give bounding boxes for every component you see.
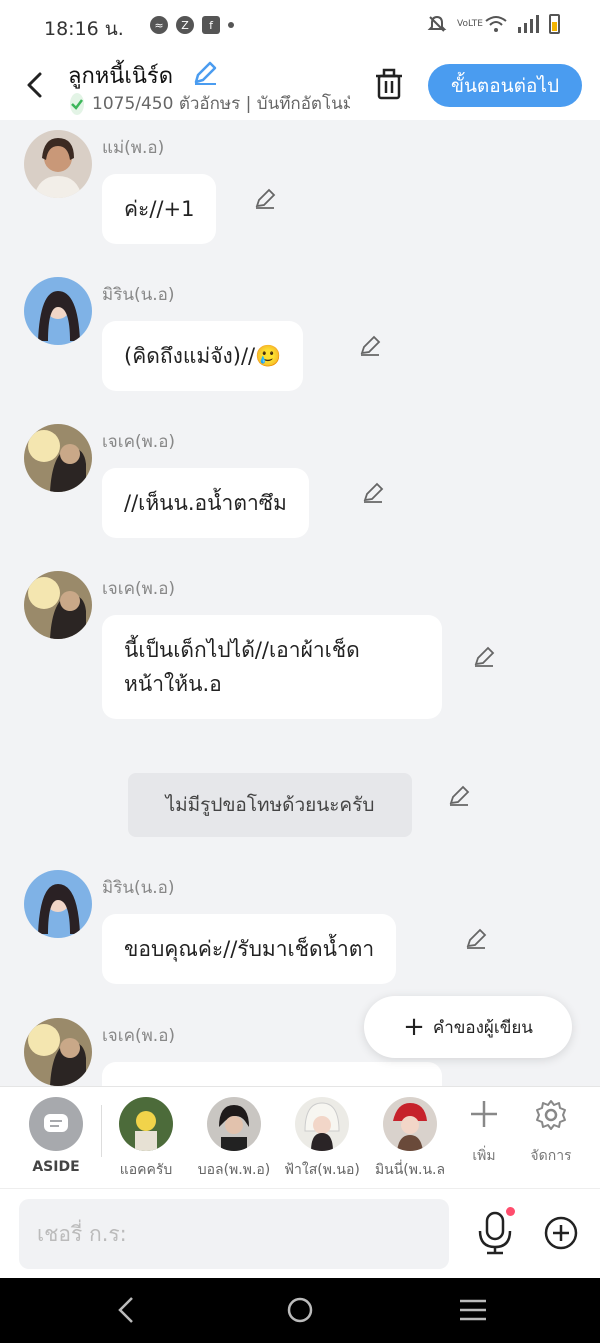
signal-icon	[518, 15, 539, 33]
nav-home-icon[interactable]	[286, 1296, 314, 1324]
edit-message-icon[interactable]	[465, 928, 487, 950]
messenger-icon: ≈	[150, 16, 168, 34]
avatar	[119, 1097, 173, 1151]
status-bar: 18:16 น. ≈ Z f VoLTE	[0, 0, 600, 50]
character-counter: 1075/450 ตัวอักษร | บันทึกอัตโนมัติ	[70, 90, 350, 117]
avatar[interactable]	[24, 870, 92, 938]
editor-header: ลูกหนี้เนิร์ด 1075/450 ตัวอักษร | บันทึก…	[0, 50, 600, 120]
narration-bubble[interactable]: ไม่มีรูปขอโทษด้วยนะครับ	[128, 773, 412, 837]
character-bar: ASIDE แอคครับ บอล(พ.พ.อ) ฟ้าใส(พ.นอ) มิน…	[0, 1086, 600, 1188]
dot-icon	[228, 22, 234, 28]
character-label: แอคครับ	[119, 1162, 173, 1178]
plus-icon: +	[403, 1012, 425, 1042]
edit-title-icon[interactable]	[192, 60, 218, 86]
character-item[interactable]: ฟ้าใส(พ.นอ)	[277, 1097, 367, 1181]
author-note-label: คำของผู้เขียน	[432, 1017, 533, 1038]
mute-icon	[427, 15, 447, 32]
avatar[interactable]	[24, 130, 92, 198]
chat-area[interactable]: แม่(พ.อ) ค่ะ//+1 มิริน(น.อ) (คิดถึงแม่จั…	[0, 120, 600, 1086]
sender-name: เจเค(พ.อ)	[102, 432, 176, 452]
gear-icon	[536, 1100, 566, 1130]
message-line: หน้าให้น.อ	[124, 672, 222, 696]
avatar[interactable]	[24, 424, 92, 492]
system-icons: VoLTE	[427, 14, 560, 34]
character-item[interactable]: บอล(พ.พ.อ)	[189, 1097, 279, 1181]
battery-icon	[549, 14, 560, 34]
notification-icons: ≈ Z f	[150, 16, 234, 34]
back-arrow-icon[interactable]	[22, 70, 48, 100]
avatar[interactable]	[24, 277, 92, 345]
nav-recents-icon[interactable]	[458, 1296, 488, 1324]
message-line: นี้เป็นเด็กไปได้//เอาผ้าเช็ด	[124, 638, 360, 662]
notification-dot	[506, 1207, 515, 1216]
message-bubble[interactable]: ขอบคุณค่ะ//รับมาเช็ดน้ำตา	[102, 914, 397, 984]
character-label: บอล(พ.พ.อ)	[197, 1162, 271, 1178]
avatar[interactable]	[24, 571, 92, 639]
add-character-button[interactable]: เพิ่ม	[454, 1099, 514, 1167]
volte-icon: VoLTE	[457, 18, 483, 29]
add-label: เพิ่ม	[472, 1148, 496, 1164]
input-bar	[0, 1188, 600, 1278]
avatar	[295, 1097, 349, 1151]
system-navbar	[0, 1278, 600, 1343]
character-label: ฟ้าใส(พ.นอ)	[284, 1162, 360, 1178]
avatar[interactable]	[24, 1018, 92, 1086]
aside-icon	[29, 1097, 83, 1151]
message-bubble[interactable]: นี้เป็นเด็กไปได้//เอาผ้าเช็ด หน้าให้น.อ	[102, 615, 442, 719]
message-input[interactable]	[19, 1199, 449, 1269]
nav-back-icon[interactable]	[116, 1296, 136, 1324]
character-label: มินนี่(พ.น.ล	[374, 1162, 446, 1178]
edit-narration-icon[interactable]	[448, 785, 470, 807]
sender-name: เจเค(พ.อ)	[102, 579, 176, 599]
character-item[interactable]: แอคครับ	[101, 1097, 191, 1181]
message-bubble[interactable]: ค่ะ//+1	[102, 174, 217, 244]
character-item[interactable]: มินนี่(พ.น.ล	[365, 1097, 455, 1181]
status-time: 18:16 น.	[44, 18, 124, 40]
plus-icon	[471, 1101, 497, 1127]
avatar	[207, 1097, 261, 1151]
story-title: ลูกหนี้เนิร์ด	[68, 64, 174, 89]
message-bubble[interactable]: (คิดถึงแม่จัง)//🥲	[102, 321, 304, 391]
character-label: ASIDE	[32, 1159, 80, 1175]
message-bubble[interactable]	[102, 1062, 442, 1086]
facebook-icon: f	[202, 16, 220, 34]
app-icon: Z	[176, 16, 194, 34]
edit-message-icon[interactable]	[359, 335, 381, 357]
message-bubble[interactable]: //เห็นน.อน้ำตาซึม	[102, 468, 309, 538]
sender-name: แม่(พ.อ)	[102, 138, 165, 158]
add-circle-icon[interactable]	[543, 1215, 579, 1251]
sender-name: มิริน(น.อ)	[102, 285, 175, 305]
counter-text: 1075/450 ตัวอักษร | บันทึกอัตโนมัติ	[92, 94, 350, 114]
trash-icon[interactable]	[374, 68, 404, 100]
sender-name: เจเค(พ.อ)	[102, 1026, 176, 1046]
manage-characters-button[interactable]: จัดการ	[521, 1099, 581, 1167]
edit-message-icon[interactable]	[254, 188, 276, 210]
sender-name: มิริน(น.อ)	[102, 878, 175, 898]
wifi-icon	[485, 16, 507, 32]
next-step-button[interactable]: ขั้นตอนต่อไป	[428, 64, 582, 107]
microphone-icon[interactable]	[476, 1211, 514, 1255]
edit-message-icon[interactable]	[362, 482, 384, 504]
check-icon	[70, 92, 84, 115]
avatar	[383, 1097, 437, 1151]
character-aside[interactable]: ASIDE	[11, 1097, 101, 1175]
manage-label: จัดการ	[530, 1148, 572, 1164]
edit-message-icon[interactable]	[473, 646, 495, 668]
author-note-button[interactable]: + คำของผู้เขียน	[364, 996, 572, 1058]
